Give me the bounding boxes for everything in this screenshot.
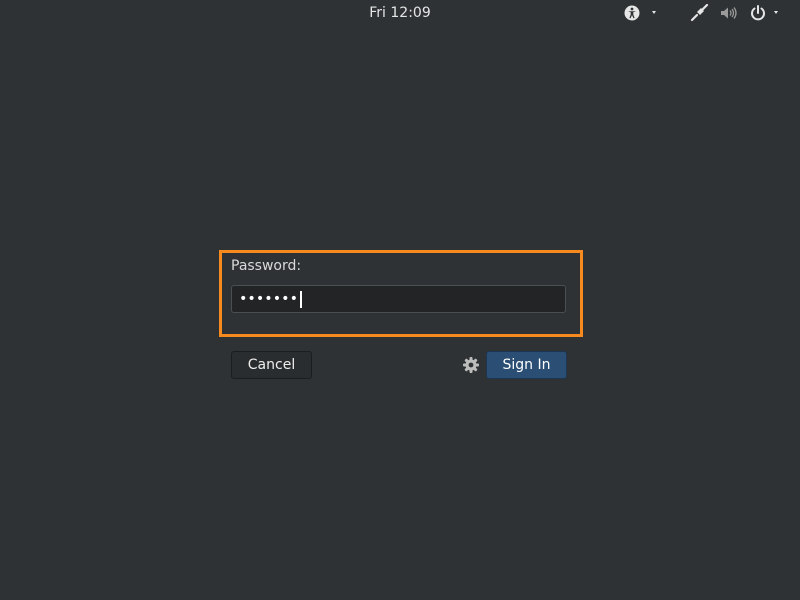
password-field[interactable]: •••••••	[231, 285, 566, 313]
cancel-button[interactable]: Cancel	[231, 351, 312, 379]
top-bar: Fri 12:09	[0, 0, 800, 27]
accessibility-menu[interactable]	[623, 4, 659, 22]
volume-icon	[721, 7, 737, 19]
sign-in-button[interactable]: Sign In	[486, 351, 567, 379]
text-caret	[300, 290, 303, 308]
chevron-down-icon	[652, 11, 656, 14]
chevron-down-icon	[774, 11, 778, 14]
gear-icon[interactable]	[462, 356, 480, 374]
network-icon	[690, 4, 709, 22]
accessibility-icon	[624, 5, 656, 21]
password-label: Password:	[231, 258, 302, 274]
system-status-menu[interactable]	[690, 4, 788, 22]
password-mask: •••••••	[239, 291, 299, 307]
clock[interactable]: Fri 12:09	[0, 5, 800, 21]
power-icon	[751, 5, 765, 21]
